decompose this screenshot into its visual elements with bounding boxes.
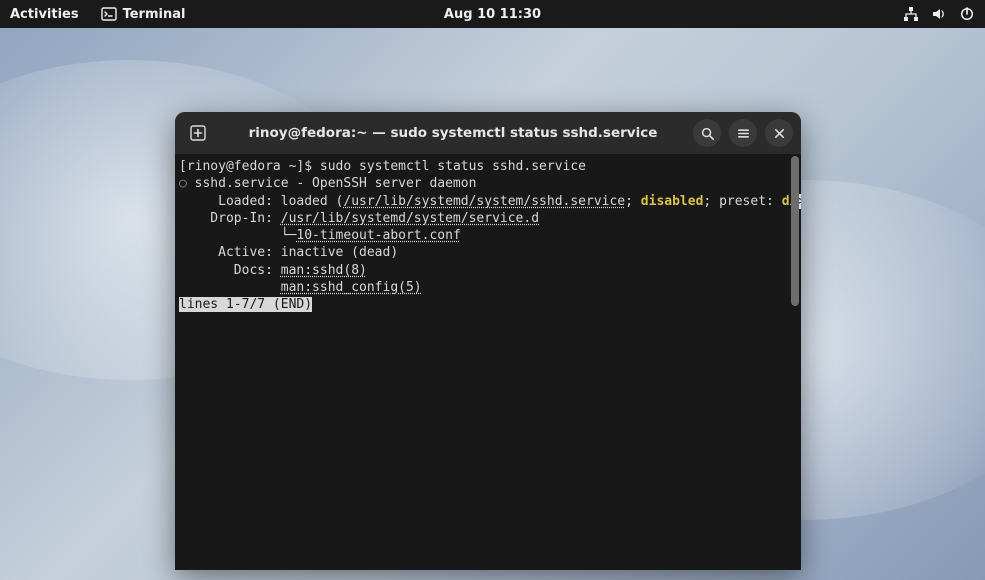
gnome-top-bar: Activities Terminal Aug 10 11:30 [0,0,985,28]
status-area[interactable] [903,6,975,22]
close-button[interactable] [765,119,793,147]
dropin-path: /usr/lib/systemd/system/service.d [281,211,539,226]
loaded-sep2: ; preset: [703,194,781,209]
terminal-output: [rinoy@fedora ~]$ sudo systemctl status … [175,154,801,570]
topbar-left: Activities Terminal [10,6,185,22]
command-text: sudo systemctl status sshd.service [320,159,586,174]
network-icon [903,6,919,22]
menu-button[interactable] [729,119,757,147]
loaded-prefix: Loaded: loaded ( [179,194,343,209]
dropin-branch: └─ [179,228,296,243]
prompt: [rinoy@fedora ~]$ [179,159,320,174]
dropin-file: 10-timeout-abort.conf [296,228,460,243]
volume-icon [931,6,947,22]
search-button[interactable] [693,119,721,147]
window-titlebar: rinoy@fedora:~ — sudo systemctl status s… [175,112,801,154]
docs-1: man:sshd(8) [281,263,367,278]
terminal-icon [101,6,117,22]
loaded-disabled: disabled [641,194,704,209]
terminal-window: rinoy@fedora:~ — sudo systemctl status s… [175,112,801,570]
docs-indent [179,280,281,295]
new-tab-button[interactable] [183,118,213,148]
terminal-viewport[interactable]: [rinoy@fedora ~]$ sudo systemctl status … [175,154,801,570]
service-header: sshd.service - OpenSSH server daemon [195,176,477,191]
clock[interactable]: Aug 10 11:30 [444,7,541,22]
scrollbar-thumb[interactable] [791,156,799,306]
docs-prefix: Docs: [179,263,281,278]
status-bullet: ○ [179,176,195,191]
power-icon [959,6,975,22]
hamburger-icon [736,126,751,141]
active-line: Active: inactive (dead) [179,245,398,260]
active-app-label: Terminal [123,7,186,22]
docs-2: man:sshd_config(5) [281,280,422,295]
activities-button[interactable]: Activities [10,7,79,22]
loaded-path: /usr/lib/systemd/system/sshd.service [343,194,625,209]
pager-status: lines 1-7/7 (END) [179,297,312,312]
loaded-sep1: ; [625,194,641,209]
window-title: rinoy@fedora:~ — sudo systemctl status s… [221,125,685,141]
dropin-prefix: Drop-In: [179,211,281,226]
search-icon [700,126,715,141]
close-icon [773,127,786,140]
active-app-indicator[interactable]: Terminal [101,6,186,22]
plus-box-icon [189,124,207,142]
